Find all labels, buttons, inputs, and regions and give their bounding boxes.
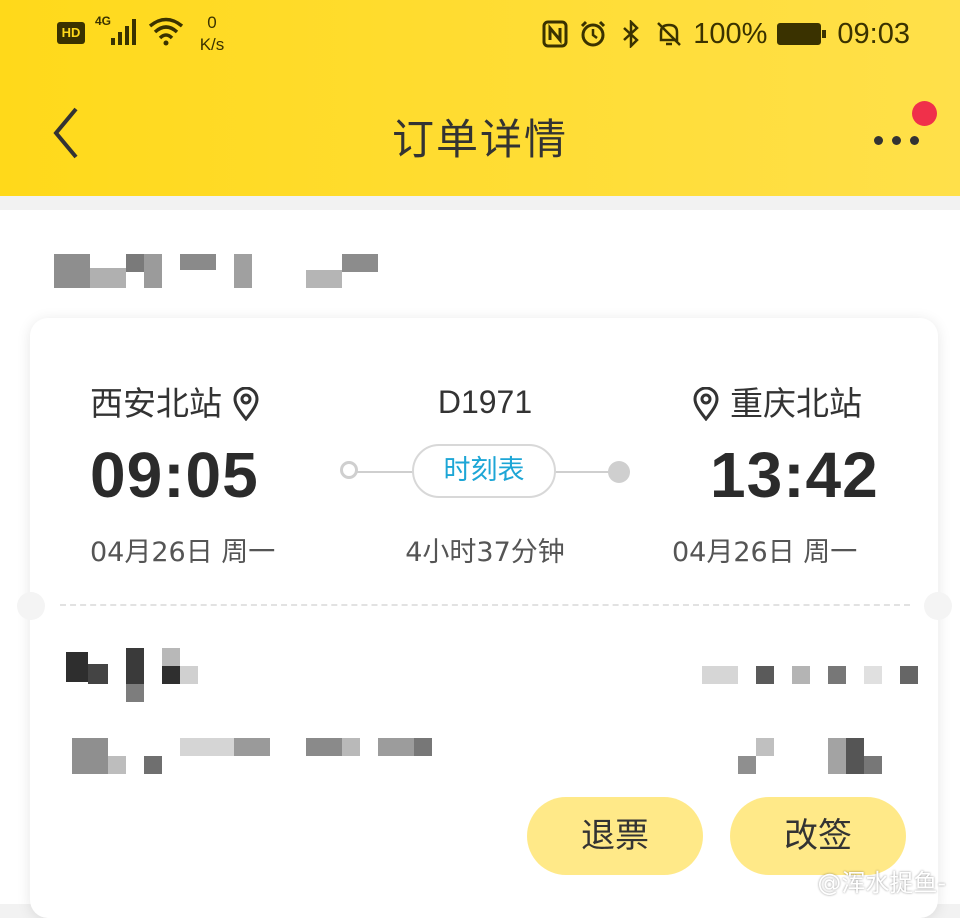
more-dot <box>910 136 919 145</box>
more-dots-icon <box>874 136 883 145</box>
arrive-date: 04月26日 周一 <box>672 537 858 568</box>
location-pin-icon[interactable] <box>692 387 720 421</box>
card-notch-left <box>17 592 45 620</box>
arrive-time: 13:42 <box>710 439 879 511</box>
clock: 09:03 <box>837 17 910 50</box>
bluetooth-icon <box>617 19 645 49</box>
route-end-dot <box>608 461 630 483</box>
status-bar: HD 4G 0 K/s 100% 09:03 <box>0 0 960 70</box>
card-notch-right <box>924 592 952 620</box>
mute-icon <box>655 19 683 49</box>
nfc-icon <box>541 19 569 49</box>
route-start-dot <box>340 461 358 479</box>
speed-unit: K/s <box>199 35 225 54</box>
schedule-button[interactable]: 时刻表 <box>412 444 556 498</box>
depart-time: 09:05 <box>90 439 259 511</box>
network-speed: 0 K/s <box>192 12 232 56</box>
battery-charging-icon <box>777 23 827 45</box>
trip-duration: 4小时37分钟 <box>405 537 565 568</box>
to-station-name: 重庆北站 <box>730 384 862 423</box>
battery-percent: 100% <box>693 17 768 50</box>
train-number: D1971 <box>437 384 533 420</box>
location-pin-icon[interactable] <box>232 387 260 421</box>
speed-value: 0 <box>207 13 217 32</box>
alarm-icon <box>579 19 607 49</box>
page-title: 订单详情 <box>391 115 568 164</box>
refund-button[interactable]: 退票 <box>527 797 703 875</box>
card-divider <box>60 604 910 606</box>
header: HD 4G 0 K/s 100% 09:03 订单详情 <box>0 0 960 196</box>
depart-date: 04月26日 周一 <box>90 537 276 568</box>
to-station: 重庆北站 <box>692 382 862 426</box>
network-type: 4G <box>95 14 112 28</box>
more-dot <box>892 136 901 145</box>
wifi-icon <box>148 17 184 46</box>
notification-badge <box>912 101 937 126</box>
watermark: @浑水捉鱼- <box>817 869 946 897</box>
status-right: 100% 09:03 <box>541 16 910 52</box>
signal-icon <box>111 19 136 45</box>
from-station-name: 西安北站 <box>90 384 222 423</box>
from-station: 西安北站 <box>90 382 260 426</box>
hd-icon: HD <box>57 22 85 44</box>
